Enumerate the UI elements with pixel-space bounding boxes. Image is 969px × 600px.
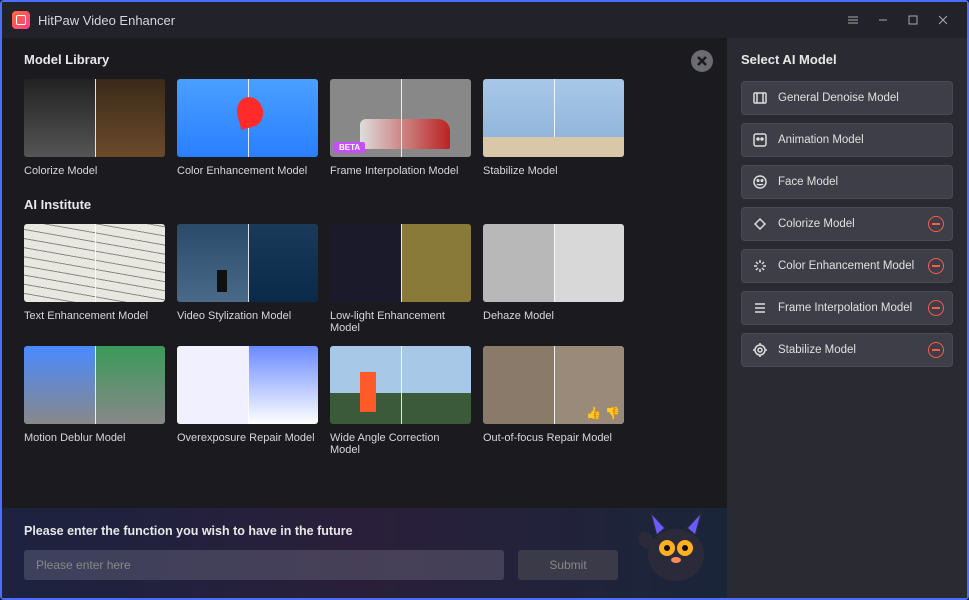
- sidebar-item-frame-interpolation[interactable]: Frame Interpolation Model: [741, 291, 953, 325]
- model-label: Stabilize Model: [778, 344, 856, 356]
- card-label: Color Enhancement Model: [177, 165, 318, 177]
- sparkle-icon: [752, 258, 768, 274]
- sidebar-item-animation[interactable]: Animation Model: [741, 123, 953, 157]
- sidebar-item-color-enhancement[interactable]: Color Enhancement Model: [741, 249, 953, 283]
- library-grid: Colorize Model Color Enhancement Model B…: [24, 79, 705, 177]
- sidebar-title: Select AI Model: [741, 52, 953, 67]
- model-card-video-stylization[interactable]: Video Stylization Model: [177, 224, 318, 334]
- model-label: Animation Model: [778, 134, 864, 146]
- card-label: Out-of-focus Repair Model: [483, 432, 624, 444]
- model-label: Color Enhancement Model: [778, 260, 914, 272]
- sidebar-item-colorize[interactable]: Colorize Model: [741, 207, 953, 241]
- section-title-library: Model Library: [24, 52, 705, 67]
- model-card-wide-angle[interactable]: Wide Angle Correction Model: [330, 346, 471, 456]
- close-panel-button[interactable]: [691, 50, 713, 72]
- model-list: General Denoise Model Animation Model Fa…: [741, 81, 953, 367]
- frames-icon: [752, 300, 768, 316]
- card-label: Stabilize Model: [483, 165, 624, 177]
- rating-buttons[interactable]: 👍👎: [586, 406, 620, 420]
- model-card-motion-deblur[interactable]: Motion Deblur Model: [24, 346, 165, 456]
- app-logo: [12, 11, 30, 29]
- film-icon: [752, 90, 768, 106]
- titlebar: HitPaw Video Enhancer: [2, 2, 967, 38]
- remove-model-button[interactable]: [928, 300, 944, 316]
- section-title-institute: AI Institute: [24, 197, 705, 212]
- model-card-low-light[interactable]: Low-light Enhancement Model: [330, 224, 471, 334]
- feedback-footer: Please enter the function you wish to ha…: [2, 508, 727, 598]
- close-window-button[interactable]: [929, 6, 957, 34]
- card-label: Video Stylization Model: [177, 310, 318, 322]
- model-card-out-of-focus[interactable]: 👍👎 Out-of-focus Repair Model: [483, 346, 624, 456]
- model-card-colorize[interactable]: Colorize Model: [24, 79, 165, 177]
- sidebar-item-stabilize[interactable]: Stabilize Model: [741, 333, 953, 367]
- menu-icon[interactable]: [839, 6, 867, 34]
- card-label: Text Enhancement Model: [24, 310, 165, 322]
- card-label: Dehaze Model: [483, 310, 624, 322]
- model-label: General Denoise Model: [778, 92, 899, 104]
- sidebar-item-face[interactable]: Face Model: [741, 165, 953, 199]
- minimize-button[interactable]: [869, 6, 897, 34]
- maximize-button[interactable]: [899, 6, 927, 34]
- remove-model-button[interactable]: [928, 258, 944, 274]
- footer-title: Please enter the function you wish to ha…: [24, 524, 705, 538]
- card-label: Motion Deblur Model: [24, 432, 165, 444]
- sidebar-item-general-denoise[interactable]: General Denoise Model: [741, 81, 953, 115]
- card-label: Colorize Model: [24, 165, 165, 177]
- thumbs-up-icon: 👍: [586, 406, 601, 420]
- palette-icon: [752, 216, 768, 232]
- card-label: Frame Interpolation Model: [330, 165, 471, 177]
- beta-badge: BETA: [487, 142, 518, 153]
- sidebar: Select AI Model General Denoise Model An…: [727, 38, 967, 598]
- beta-badge: BETA: [334, 142, 365, 153]
- feedback-input[interactable]: [24, 550, 504, 580]
- model-card-color-enhancement[interactable]: Color Enhancement Model: [177, 79, 318, 177]
- remove-model-button[interactable]: [928, 342, 944, 358]
- card-label: Overexposure Repair Model: [177, 432, 318, 444]
- model-label: Colorize Model: [778, 218, 855, 230]
- card-label: Wide Angle Correction Model: [330, 432, 471, 456]
- model-card-dehaze[interactable]: Dehaze Model: [483, 224, 624, 334]
- model-label: Face Model: [778, 176, 838, 188]
- model-card-text-enhancement[interactable]: Text Enhancement Model: [24, 224, 165, 334]
- app-title: HitPaw Video Enhancer: [38, 13, 175, 28]
- model-card-stabilize[interactable]: BETA Stabilize Model: [483, 79, 624, 177]
- model-label: Frame Interpolation Model: [778, 302, 912, 314]
- main-panel: Model Library Colorize Model Color Enhan…: [2, 38, 727, 598]
- submit-button[interactable]: Submit: [518, 550, 618, 580]
- model-card-frame-interpolation[interactable]: BETA Frame Interpolation Model: [330, 79, 471, 177]
- face-icon: [752, 132, 768, 148]
- card-label: Low-light Enhancement Model: [330, 310, 471, 334]
- thumbs-down-icon: 👎: [605, 406, 620, 420]
- model-card-overexposure[interactable]: Overexposure Repair Model: [177, 346, 318, 456]
- smile-icon: [752, 174, 768, 190]
- remove-model-button[interactable]: [928, 216, 944, 232]
- institute-grid: Text Enhancement Model Video Stylization…: [24, 224, 705, 456]
- mascot-image: [631, 490, 721, 590]
- target-icon: [752, 342, 768, 358]
